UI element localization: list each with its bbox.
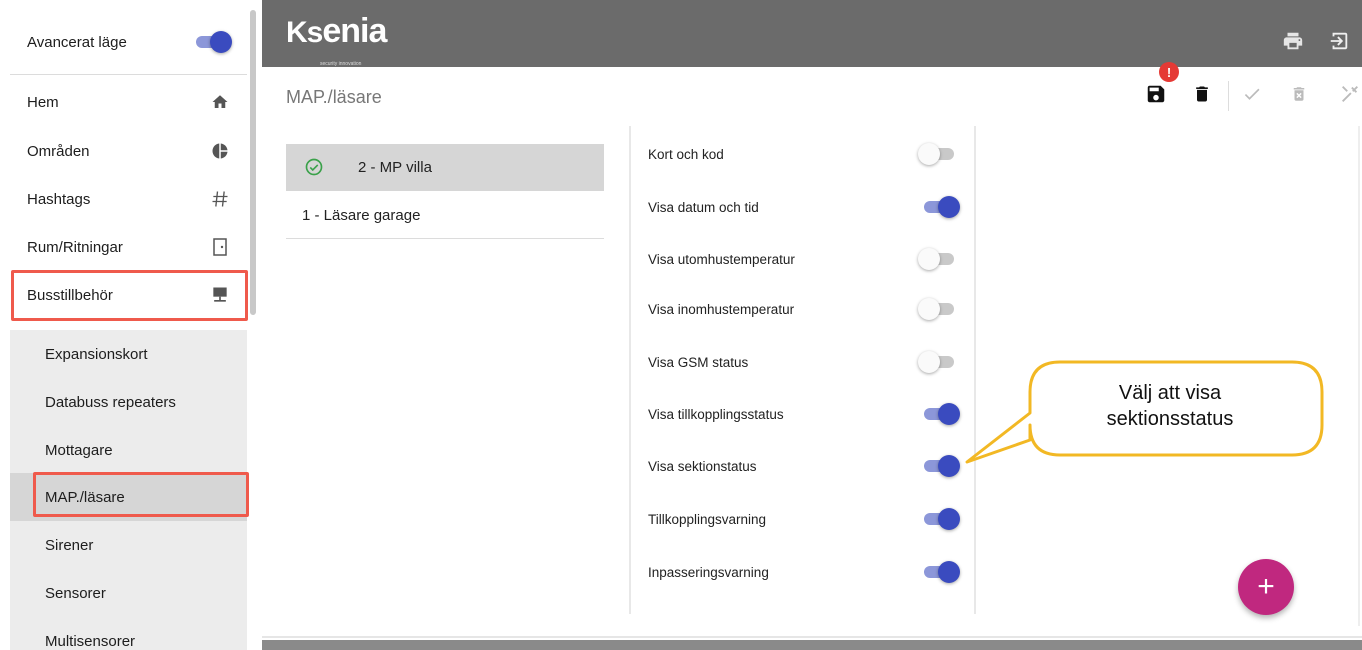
highlight-busstillbehor [11,270,248,321]
callout-text: Välj att visa sektionsstatus [1030,380,1310,432]
toolbar-divider [1228,81,1229,111]
sidebar-subitem-sirener[interactable]: Sirener [10,521,247,569]
option-row: Inpasseringsvarning [648,557,968,587]
option-toggle[interactable] [922,508,960,530]
option-toggle[interactable] [922,403,960,425]
sidebar-item-rum[interactable]: Rum/Ritningar [0,222,247,272]
option-row: Visa utomhustemperatur [648,244,968,274]
option-toggle[interactable] [918,143,956,165]
hash-icon [209,188,231,210]
sidebar-subitem-label: Multisensorer [45,632,136,650]
device-item[interactable]: 1 - Läsare garage [286,192,604,239]
bottom-bar [262,640,1362,650]
device-item[interactable]: 2 - MP villa [286,144,604,191]
sidebar-subitem-label: Sensorer [45,584,106,602]
option-label: Visa utomhustemperatur [648,251,795,267]
sidebar-subitem-mottagare[interactable]: Mottagare [10,426,247,474]
sidebar-scrollbar[interactable] [250,10,256,315]
option-toggle[interactable] [922,561,960,583]
print-icon[interactable] [1282,30,1304,52]
tools-icon[interactable] [1339,83,1361,107]
divider [10,74,247,75]
sidebar-item-omraden[interactable]: Områden [0,126,247,176]
option-row: Visa GSM status [648,347,968,377]
sidebar-subitem-label: Expansionskort [45,345,148,363]
sidebar-subitem-label: Databuss repeaters [45,393,176,411]
advanced-mode-toggle[interactable] [194,31,232,53]
option-label: Visa tillkopplingsstatus [648,406,784,422]
sidebar-item-label: Hashtags [27,190,91,208]
discard-icon[interactable] [1290,83,1312,107]
home-icon [209,91,231,113]
option-label: Tillkopplingsvarning [648,511,767,527]
delete-icon[interactable] [1192,83,1214,107]
sidebar: Avancerat läge Hem Områden Hashtags Rum/… [0,0,256,650]
option-label: Visa sektionstatus [648,458,757,474]
callout-line: sektionsstatus [1106,408,1234,430]
sidebar-subitem-label: Mottagare [45,441,113,459]
option-row: Visa tillkopplingsstatus [648,399,968,429]
sub-header: MAP./läsare ! [262,62,1362,125]
logout-icon[interactable] [1328,30,1350,52]
sidebar-item-label: Rum/Ritningar [27,238,123,256]
top-header: Ksenia security innovation [262,0,1362,67]
save-icon[interactable] [1145,83,1167,107]
add-button[interactable]: + [1238,559,1294,615]
option-toggle[interactable] [922,196,960,218]
option-toggle[interactable] [918,351,956,373]
advanced-mode-label: Avancerat läge [27,33,127,51]
callout-line: Välj att visa [1118,382,1222,404]
option-label: Visa datum och tid [648,199,759,215]
sidebar-subitem-expansionskort[interactable]: Expansionskort [10,330,247,378]
option-label: Inpasseringsvarning [648,564,769,580]
option-row: Kort och kod [648,139,968,169]
option-row: Visa inomhustemperatur [648,294,968,324]
page-title: MAP./läsare [286,87,382,107]
sidebar-item-hashtags[interactable]: Hashtags [0,174,247,224]
sidebar-subitem-sensorer[interactable]: Sensorer [10,569,247,617]
divider [262,636,1362,638]
option-toggle[interactable] [922,455,960,477]
advanced-mode-row[interactable]: Avancerat läge [0,17,247,67]
check-icon[interactable] [1242,83,1264,107]
unsaved-badge: ! [1159,62,1179,82]
option-label: Visa GSM status [648,354,749,370]
option-toggle[interactable] [918,248,956,270]
sidebar-item-hem[interactable]: Hem [0,77,247,127]
sidebar-subitem-multisensorer[interactable]: Multisensorer [10,617,247,650]
device-name: 1 - Läsare garage [302,206,421,224]
sidebar-item-label: Hem [27,93,59,111]
sidebar-item-label: Områden [27,142,90,160]
highlight-map-lasare [33,472,249,517]
panel-border [1358,126,1360,626]
option-row: Visa datum och tid [648,192,968,222]
option-label: Visa inomhustemperatur [648,301,795,317]
option-row: Visa sektionstatus [648,451,968,481]
door-icon [209,236,231,258]
ksenia-logo: Ksenia security innovation [286,12,387,67]
option-toggle[interactable] [918,298,956,320]
device-name: 2 - MP villa [358,159,432,176]
check-circle-icon [304,157,324,181]
sidebar-subitem-databuss[interactable]: Databuss repeaters [10,378,247,426]
option-label: Kort och kod [648,146,724,162]
sidebar-subitem-label: Sirener [45,536,94,554]
option-row: Tillkopplingsvarning [648,504,968,534]
pie-chart-icon [209,140,231,162]
